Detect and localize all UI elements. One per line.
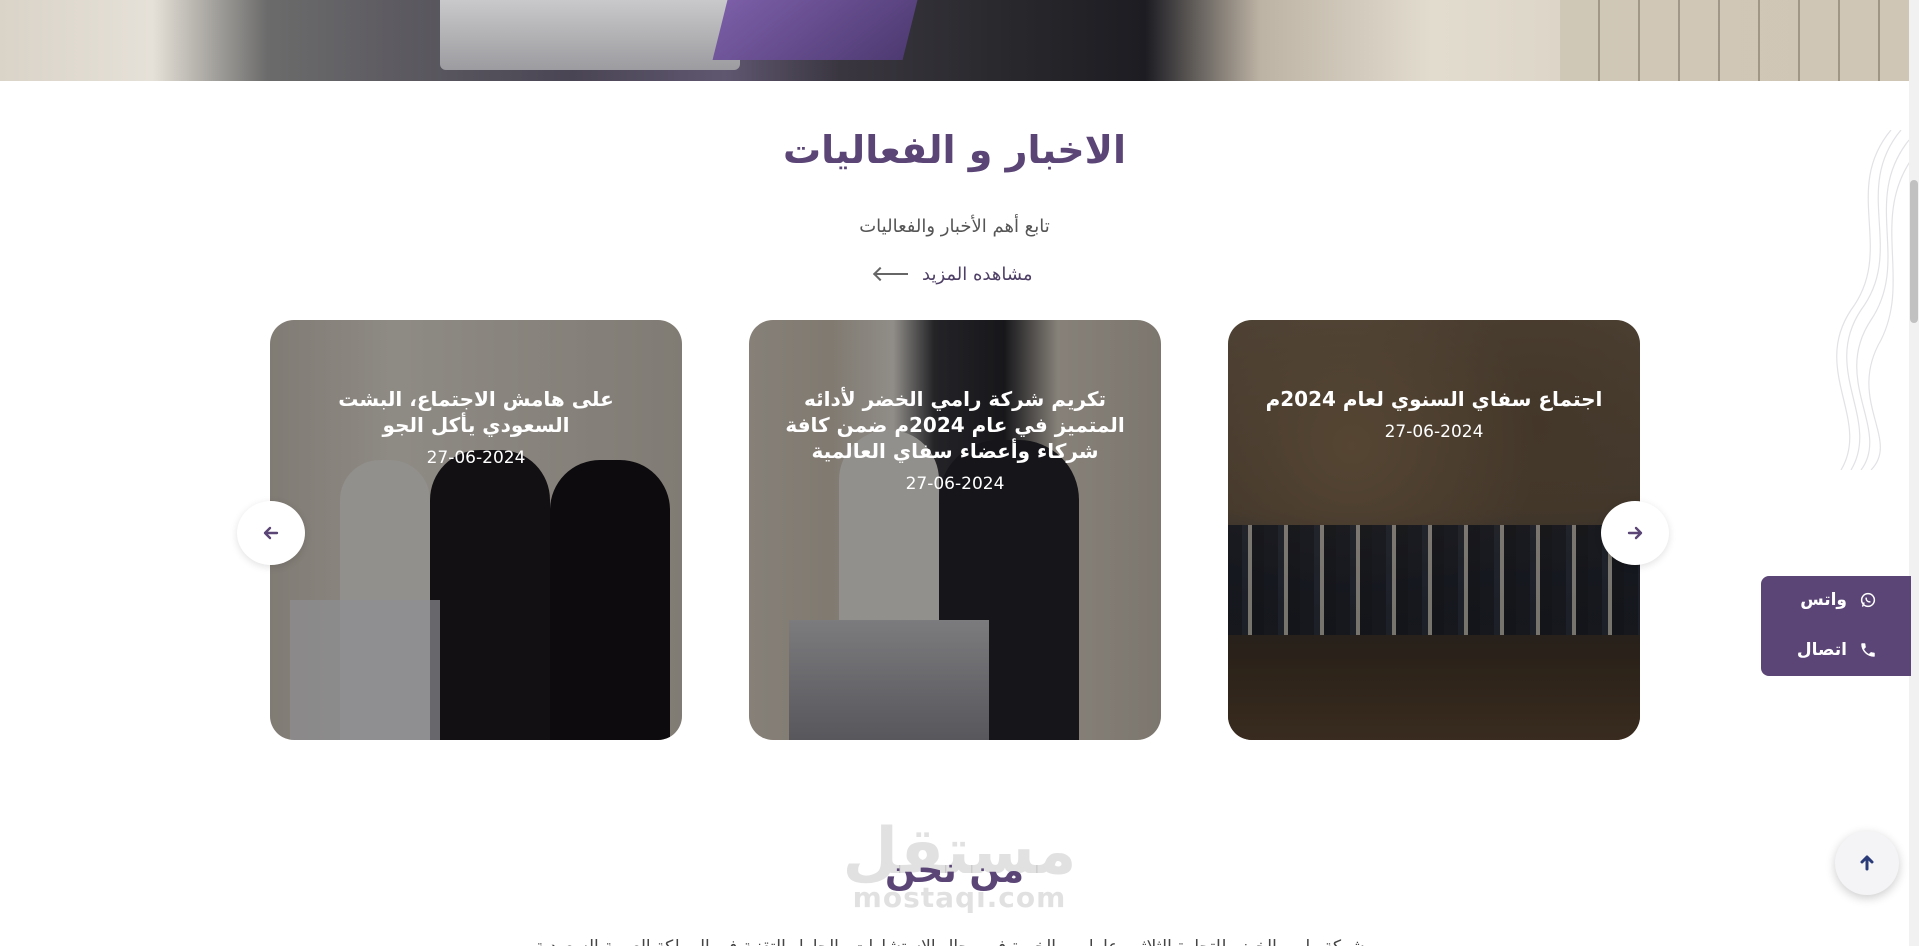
news-card-body: على هامش الاجتماع، البشت السعودي يأكل ال… bbox=[306, 386, 646, 468]
page-scrollbar[interactable] bbox=[1909, 0, 1919, 946]
about-section-title: من نحن bbox=[884, 850, 1025, 891]
curtain-graphic bbox=[1560, 0, 1909, 81]
card-overlay bbox=[1228, 320, 1640, 740]
hero-image bbox=[0, 0, 1909, 81]
whatsapp-icon bbox=[1860, 592, 1876, 608]
news-card-annual-meeting[interactable]: اجتماع سفاي السنوي لعام 2024م 27-06-2024 bbox=[1228, 320, 1640, 740]
news-card-date: 27-06-2024 bbox=[1384, 422, 1484, 442]
long-arrow-left-icon bbox=[874, 267, 908, 281]
carousel-prev-button[interactable] bbox=[237, 501, 305, 565]
news-card-date: 27-06-2024 bbox=[426, 448, 526, 468]
about-section-text: شركة رامي الخضر للتجارة الثلاثين عاما من… bbox=[430, 932, 1470, 946]
carousel-next-button[interactable] bbox=[1601, 501, 1669, 565]
whatsapp-button[interactable]: واتس bbox=[1800, 590, 1877, 610]
news-card-title[interactable]: اجتماع سفاي السنوي لعام 2024م bbox=[1264, 386, 1604, 412]
box-graphic bbox=[712, 0, 918, 60]
laptop-graphic bbox=[440, 0, 740, 70]
news-card-bisht[interactable]: على هامش الاجتماع، البشت السعودي يأكل ال… bbox=[270, 320, 682, 740]
news-card-title[interactable]: على هامش الاجتماع، البشت السعودي يأكل ال… bbox=[306, 386, 646, 438]
news-card-body: اجتماع سفاي السنوي لعام 2024م 27-06-2024 bbox=[1264, 386, 1604, 442]
news-card-title[interactable]: تكريم شركة رامي الخضر لأدائه المتميز في … bbox=[785, 386, 1125, 464]
arrow-left-icon bbox=[263, 526, 279, 540]
wave-decoration bbox=[1836, 130, 1911, 470]
call-label: اتصال bbox=[1796, 640, 1847, 660]
arrow-right-icon bbox=[1627, 526, 1643, 540]
news-card-body: تكريم شركة رامي الخضر لأدائه المتميز في … bbox=[785, 386, 1125, 494]
card-overlay bbox=[749, 320, 1161, 740]
see-more-label: مشاهده المزيد bbox=[922, 263, 1033, 285]
whatsapp-label: واتس bbox=[1800, 590, 1847, 610]
see-more-link[interactable]: مشاهده المزيد bbox=[874, 260, 1033, 288]
card-overlay bbox=[270, 320, 682, 740]
contact-widget: واتس اتصال bbox=[1761, 576, 1911, 676]
phone-icon bbox=[1861, 643, 1875, 657]
news-card-award[interactable]: تكريم شركة رامي الخضر لأدائه المتميز في … bbox=[749, 320, 1161, 740]
news-card-date: 27-06-2024 bbox=[905, 474, 1005, 494]
news-section-subtitle: تابع أهم الأخبار والفعاليات bbox=[859, 216, 1050, 237]
call-button[interactable]: اتصال bbox=[1797, 640, 1877, 660]
scrollbar-thumb[interactable] bbox=[1910, 180, 1918, 323]
news-section-title: الاخبار و الفعاليات bbox=[782, 128, 1127, 172]
